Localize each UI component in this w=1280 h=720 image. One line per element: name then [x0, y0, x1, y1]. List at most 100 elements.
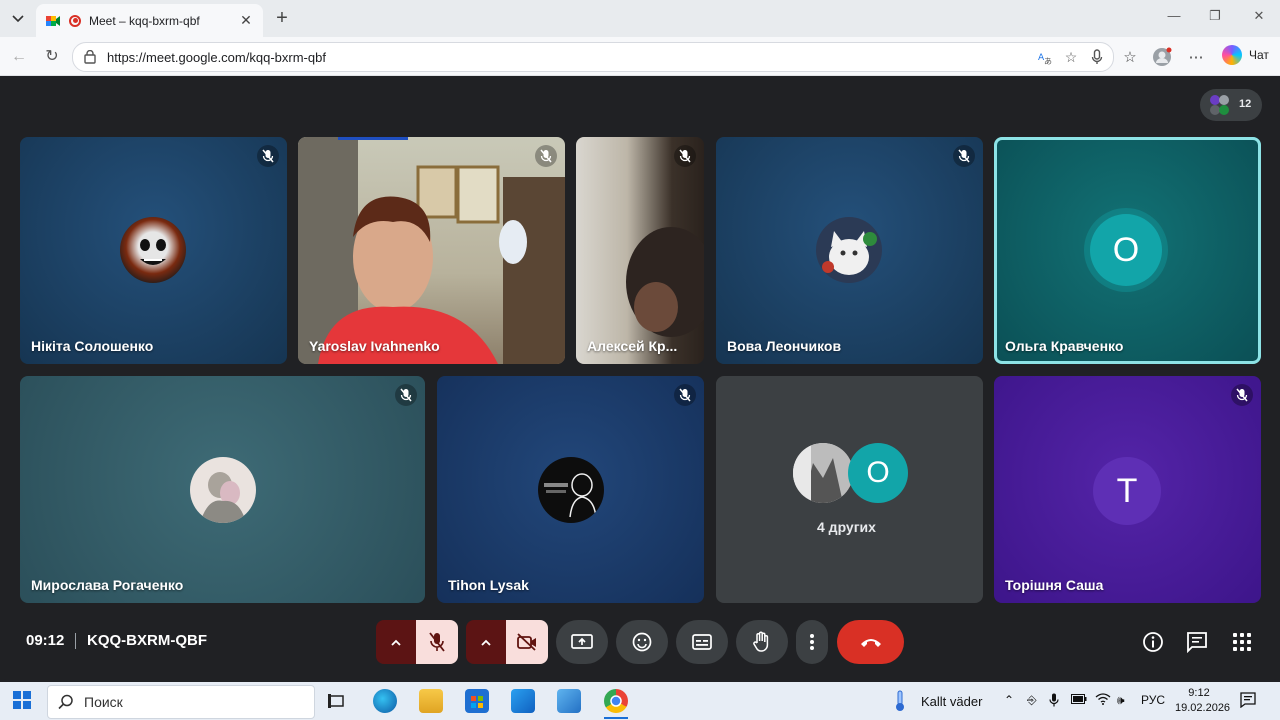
camera-off-button[interactable] — [506, 620, 548, 664]
favorites-icon[interactable]: ☆ — [1119, 46, 1141, 68]
reactions-button[interactable] — [616, 620, 668, 664]
windows-start-icon[interactable] — [12, 690, 32, 710]
captions-button[interactable] — [676, 620, 728, 664]
search-placeholder: Поиск — [84, 694, 123, 710]
volume-icon[interactable]: 🕪 — [1117, 693, 1125, 708]
url-text: https://meet.google.com/kqq-bxrm-qbf — [107, 49, 326, 65]
hand-icon — [753, 631, 769, 652]
participant-tile[interactable]: Нікіта Солошенко — [20, 137, 287, 364]
emoji-icon — [632, 632, 652, 652]
audio-settings-chevron-icon[interactable] — [376, 620, 416, 664]
notifications-icon[interactable] — [1240, 692, 1256, 711]
participant-name: Нікіта Солошенко — [31, 338, 154, 354]
meet-favicon-icon — [45, 13, 61, 29]
microphone-icon[interactable] — [1087, 47, 1107, 67]
participant-name: Алексей Кр... — [587, 338, 678, 354]
reload-icon[interactable]: ↻ — [41, 46, 63, 68]
muted-mic-icon — [674, 384, 696, 406]
close-window-icon[interactable]: ✕ — [1249, 8, 1269, 24]
task-view-icon[interactable] — [327, 691, 347, 711]
profile-avatar-icon[interactable] — [1151, 46, 1173, 68]
camera-control — [466, 620, 548, 664]
recording-icon — [69, 14, 81, 27]
participant-avatar-icon — [1219, 105, 1229, 115]
others-tile[interactable]: О 4 других — [716, 376, 983, 603]
address-bar[interactable]: https://meet.google.com/kqq-bxrm-qbf Aあ … — [72, 42, 1114, 72]
copilot-chat-button[interactable]: Чат — [1222, 45, 1269, 65]
edge-browser-icon[interactable] — [373, 689, 397, 713]
meeting-details-button[interactable] — [1141, 630, 1165, 654]
participant-tile[interactable]: T Торішня Саша — [994, 376, 1261, 603]
copilot-icon — [1222, 45, 1242, 65]
meeting-code: KQQ-BXRM-QBF — [87, 632, 207, 649]
more-vertical-icon — [810, 634, 814, 650]
outlook-icon[interactable] — [511, 689, 535, 713]
avatar — [538, 457, 604, 523]
activities-button[interactable] — [1230, 630, 1254, 654]
chevron-down-icon — [12, 15, 24, 23]
participant-tile[interactable]: Мирослава Рогаченко — [20, 376, 425, 603]
search-icon — [58, 694, 73, 710]
participant-tile-video[interactable]: Алексей Кр... — [576, 137, 704, 364]
browser-tab-meet[interactable]: Meet – kqq-bxrm-qbf ✕ — [36, 4, 263, 37]
video-frame — [626, 227, 704, 337]
avatar — [816, 217, 882, 283]
avatar — [120, 217, 186, 283]
tab-title: Meet – kqq-bxrm-qbf — [89, 13, 200, 28]
participant-tile[interactable]: Tihon Lysak — [437, 376, 704, 603]
back-icon[interactable]: ← — [8, 46, 30, 68]
participant-tile[interactable]: Вова Леончиков — [716, 137, 983, 364]
participants-chip[interactable]: 12 — [1200, 89, 1262, 121]
leave-call-button[interactable] — [837, 620, 904, 664]
app-icon[interactable] — [557, 689, 581, 713]
tray-microphone-icon[interactable] — [1049, 693, 1059, 710]
translate-icon[interactable]: Aあ — [1035, 47, 1055, 67]
participant-name: Мирослава Рогаченко — [31, 577, 184, 593]
input-language[interactable]: РУС — [1141, 693, 1165, 707]
tab-bar: Meet – kqq-bxrm-qbf ✕ + — ❐ ✕ — [0, 0, 1280, 37]
new-tab-button[interactable]: + — [271, 7, 293, 29]
chrome-icon[interactable] — [604, 689, 628, 713]
restore-icon[interactable]: ❐ — [1205, 8, 1225, 24]
site-info-icon[interactable] — [83, 50, 97, 64]
avatar: О — [848, 443, 908, 503]
taskbar-time: 9:12 — [1188, 687, 1210, 699]
apps-grid-icon — [1233, 633, 1251, 651]
participant-tile-speaking[interactable]: О Ольга Кравченко — [994, 137, 1261, 364]
wifi-icon[interactable] — [1095, 693, 1111, 708]
meeting-clock: 09:12 — [26, 632, 65, 649]
camera-off-icon — [517, 633, 536, 651]
participant-name: Tihon Lysak — [448, 577, 529, 593]
muted-mic-icon — [535, 145, 557, 167]
svg-text:あ: あ — [1044, 57, 1052, 65]
more-options-button[interactable] — [796, 620, 828, 664]
present-icon — [571, 634, 593, 649]
end-call-icon — [860, 639, 881, 647]
microsoft-store-icon[interactable] — [465, 689, 489, 713]
others-label: 4 других — [817, 519, 876, 535]
participant-name: Yaroslav Ivahnenko — [309, 338, 440, 354]
active-app-indicator — [604, 717, 628, 719]
file-explorer-icon[interactable] — [419, 689, 443, 713]
taskbar-clock[interactable]: 9:12 19.02.2026 — [1175, 686, 1230, 716]
video-settings-chevron-icon[interactable] — [466, 620, 506, 664]
avatar — [190, 457, 256, 523]
chat-button[interactable] — [1185, 630, 1209, 654]
close-tab-icon[interactable]: ✕ — [237, 12, 255, 29]
usb-device-icon[interactable]: ⎆ — [1027, 693, 1037, 708]
captions-icon — [692, 634, 712, 650]
present-screen-button[interactable] — [556, 620, 608, 664]
minimize-icon[interactable]: — — [1164, 8, 1184, 23]
raise-hand-button[interactable] — [736, 620, 788, 664]
taskbar-search[interactable]: Поиск — [47, 685, 315, 719]
tab-list-button[interactable] — [6, 7, 30, 31]
battery-icon[interactable] — [1071, 693, 1087, 707]
weather-label[interactable]: Kallt väder — [921, 694, 982, 709]
participant-tile-video[interactable]: Yaroslav Ivahnenko — [298, 137, 565, 364]
show-hidden-icons-chevron-icon[interactable]: ⌃ — [1004, 693, 1014, 707]
mic-off-button[interactable] — [416, 620, 458, 664]
weather-thermometer-icon[interactable] — [891, 690, 909, 712]
more-menu-icon[interactable]: ⋯ — [1185, 46, 1207, 68]
participant-count: 12 — [1239, 98, 1252, 110]
star-icon[interactable]: ☆ — [1061, 47, 1081, 67]
